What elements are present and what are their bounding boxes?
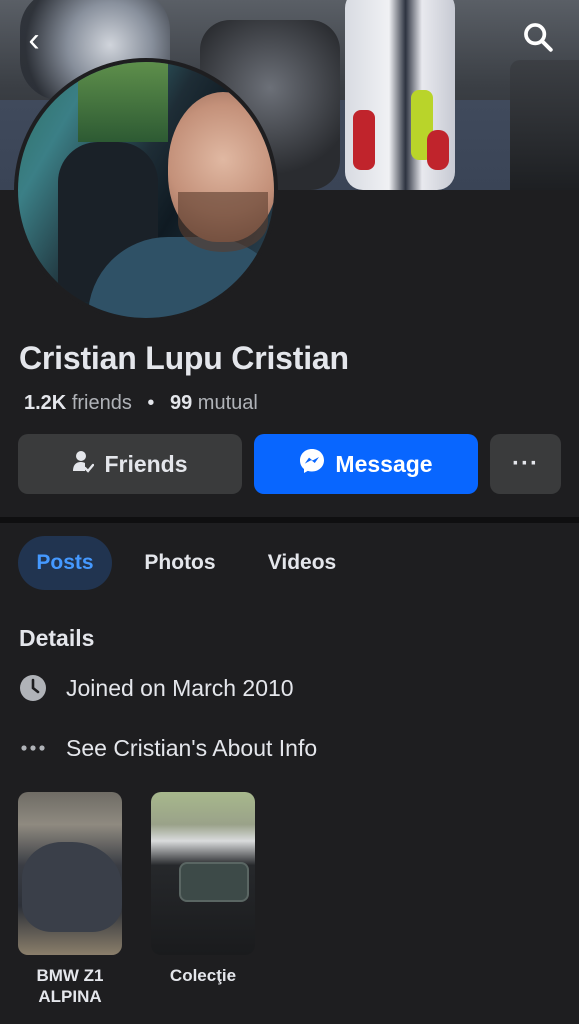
profile-name: Cristian Lupu Cristian xyxy=(19,340,349,376)
featured-thumbnail[interactable] xyxy=(151,792,255,955)
friends-check-icon xyxy=(72,449,104,479)
featured-caption: Colecţie xyxy=(169,966,237,985)
joined-row: Joined on March 2010 xyxy=(18,673,294,703)
friends-count: 1.2K xyxy=(24,392,67,414)
dots-icon xyxy=(18,733,48,763)
message-button-label: Message xyxy=(335,450,433,477)
joined-text: Joined on March 2010 xyxy=(66,674,294,701)
section-divider xyxy=(0,517,579,523)
messenger-icon xyxy=(299,448,335,480)
clock-icon xyxy=(18,673,48,703)
friends-button-label: Friends xyxy=(104,450,188,477)
back-arrow-icon[interactable]: ‹ xyxy=(14,20,54,60)
more-options-button[interactable]: ··· xyxy=(490,434,561,494)
featured-item[interactable]: Colecţie xyxy=(151,792,255,986)
more-dots-icon: ··· xyxy=(512,450,539,477)
tab-posts[interactable]: Posts xyxy=(18,536,112,590)
friends-label: friends xyxy=(71,392,132,414)
featured-caption: BMW Z1 ALPINA xyxy=(36,966,104,1006)
avatar[interactable] xyxy=(14,58,278,322)
separator-dot: • xyxy=(147,392,155,414)
details-heading: Details xyxy=(19,625,95,651)
profile-screen: ‹ Cristian Lupu Cristian 1.2K friends • … xyxy=(0,0,579,1024)
friends-button[interactable]: Friends xyxy=(18,434,242,494)
about-info-link[interactable]: See Cristian's About Info xyxy=(66,735,317,762)
tab-photos[interactable]: Photos xyxy=(132,536,228,590)
featured-item[interactable]: BMW Z1 ALPINA xyxy=(18,792,122,1007)
friends-stats[interactable]: 1.2K friends • 99 mutual xyxy=(24,392,258,415)
tab-videos[interactable]: Videos xyxy=(254,536,350,590)
avatar-photo xyxy=(18,62,274,318)
mutual-count: 99 xyxy=(169,392,193,414)
featured-thumbnail[interactable] xyxy=(18,792,122,955)
search-icon[interactable] xyxy=(521,20,561,60)
message-button[interactable]: Message xyxy=(254,434,478,494)
about-info-row[interactable]: See Cristian's About Info xyxy=(18,733,317,763)
mutual-label: mutual xyxy=(197,392,258,414)
